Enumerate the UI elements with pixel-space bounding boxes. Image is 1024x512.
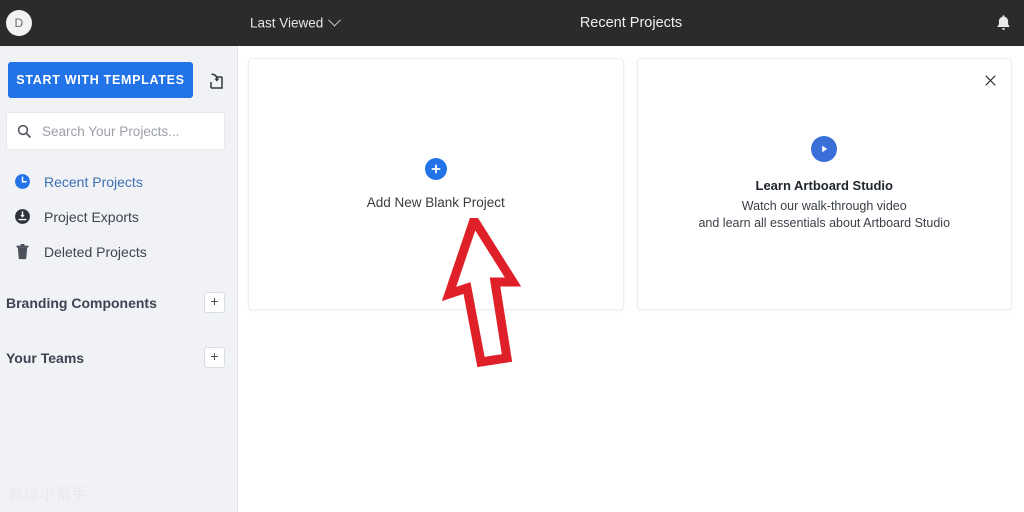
video-card-description-line2: and learn all essentials about Artboard … — [698, 216, 951, 230]
avatar-container: D — [0, 10, 238, 36]
video-card-title: Learn Artboard Studio — [755, 178, 893, 193]
add-new-blank-project-card[interactable]: Add New Blank Project — [248, 58, 624, 310]
section-your-teams: Your Teams + — [0, 336, 237, 379]
import-project-icon[interactable] — [201, 65, 227, 95]
sidebar-item-deleted-projects[interactable]: Deleted Projects — [0, 234, 237, 269]
sidebar-item-project-exports[interactable]: Project Exports — [0, 199, 237, 234]
sidebar-item-recent-projects[interactable]: Recent Projects — [0, 164, 237, 199]
body-split: START WITH TEMPLATES Search Your Project… — [0, 46, 1024, 512]
plus-icon[interactable] — [424, 158, 447, 180]
add-project-label: Add New Blank Project — [366, 195, 505, 210]
project-cards-row: Add New Blank Project Learn Artboard Stu… — [248, 58, 1024, 310]
watermark: 數位小幫手 — [8, 486, 89, 503]
clock-icon — [12, 173, 32, 190]
avatar[interactable]: D — [6, 10, 32, 36]
bell-icon[interactable] — [995, 14, 1012, 32]
section-label: Branding Components — [6, 294, 157, 311]
learn-artboard-studio-card[interactable]: Learn Artboard Studio Watch our walk-thr… — [636, 58, 1012, 310]
play-icon[interactable] — [811, 136, 838, 162]
close-icon[interactable] — [981, 71, 999, 89]
sidebar-item-label: Deleted Projects — [44, 243, 147, 260]
sidebar-item-label: Project Exports — [44, 208, 139, 225]
sidebar: START WITH TEMPLATES Search Your Project… — [0, 46, 238, 512]
search-icon — [17, 124, 31, 138]
app-root: D Last Viewed Recent Projects START WITH… — [0, 0, 1024, 512]
top-bar: D Last Viewed Recent Projects — [0, 0, 1024, 46]
sidebar-top-row: START WITH TEMPLATES — [0, 46, 237, 98]
video-card-inner: Learn Artboard Studio Watch our walk-thr… — [698, 136, 950, 232]
search-input[interactable] — [40, 122, 221, 140]
search-box[interactable] — [6, 112, 225, 150]
top-bar-main: Last Viewed Recent Projects — [238, 0, 1024, 46]
sidebar-nav: Recent Projects Project Exports Deleted … — [0, 164, 237, 269]
content-area: Add New Blank Project Learn Artboard Stu… — [238, 46, 1024, 512]
page-title: Recent Projects — [579, 15, 683, 31]
add-branding-component-button[interactable]: + — [204, 292, 225, 313]
section-branding-components: Branding Components + — [0, 281, 237, 324]
add-project-card-inner: Add New Blank Project — [367, 158, 505, 210]
sidebar-item-label: Recent Projects — [44, 173, 143, 190]
section-label: Your Teams — [6, 349, 85, 366]
video-card-description-line1: Watch our walk-through video — [741, 199, 907, 213]
add-team-button[interactable]: + — [204, 347, 225, 368]
download-circle-icon — [12, 208, 32, 225]
trash-icon — [12, 243, 32, 260]
start-with-templates-button[interactable]: START WITH TEMPLATES — [8, 62, 193, 98]
